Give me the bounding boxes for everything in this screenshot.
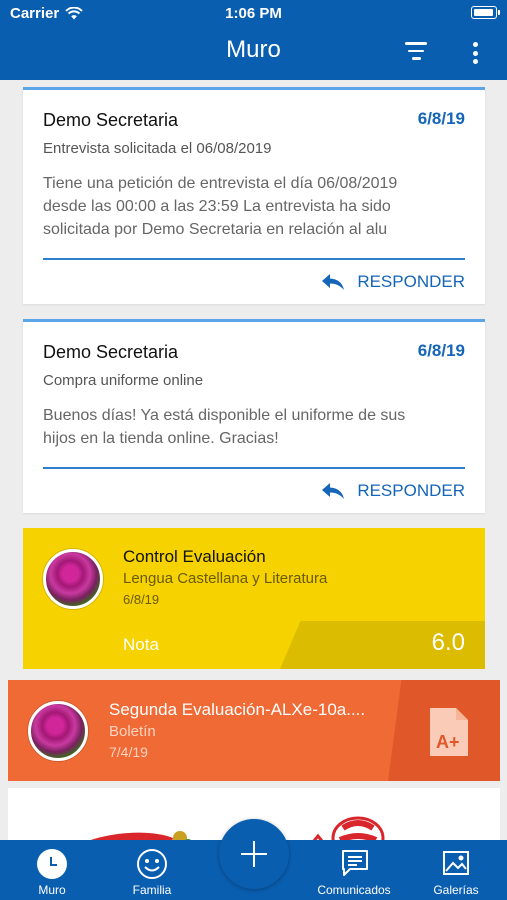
nav-label: Familia <box>132 883 172 897</box>
message-body-line: solicitada por Demo Secretaria en relaci… <box>43 221 388 238</box>
gallery-icon <box>443 851 469 875</box>
reply-icon <box>322 274 345 290</box>
nota-label: Nota <box>123 635 159 654</box>
message-body: Buenos días! Ya está disponible el unifo… <box>43 404 465 450</box>
top-bar: Carrier 1:06 PM Muro <box>0 0 507 80</box>
nota-value: 6.0 <box>431 629 465 656</box>
nav-item-muro[interactable]: Muro <box>22 840 82 900</box>
divider <box>43 258 465 260</box>
grade-title: Control Evaluación <box>123 547 266 566</box>
nav-item-comunicados[interactable]: Comunicados <box>314 840 394 900</box>
status-bar: Carrier 1:06 PM <box>0 0 507 26</box>
filter-icon <box>405 42 427 45</box>
message-subject: Entrevista solicitada el 06/08/2019 <box>43 140 272 157</box>
battery-icon <box>471 6 500 19</box>
reply-button[interactable]: RESPONDER <box>321 272 465 292</box>
message-body-line: Buenos días! Ya está disponible el unifo… <box>43 407 406 424</box>
divider <box>43 467 465 469</box>
more-options-button[interactable] <box>466 40 484 66</box>
nav-label: Muro <box>38 883 66 897</box>
report-title: Segunda Evaluación-ALXe-10a.... <box>109 700 366 719</box>
report-date: 7/4/19 <box>109 744 148 760</box>
page-title: Muro <box>226 36 281 63</box>
add-button[interactable] <box>219 819 289 889</box>
smiley-icon <box>137 849 167 879</box>
message-body: Tiene una petición de entrevista el día … <box>43 172 465 241</box>
reply-label: RESPONDER <box>357 481 465 500</box>
reply-button[interactable]: RESPONDER <box>321 481 465 501</box>
message-sender: Demo Secretaria <box>43 110 179 130</box>
nav-item-galerias[interactable]: Galerías <box>426 840 486 900</box>
document-a-plus-icon: A+ <box>430 708 468 756</box>
grade-band: Nota 6.0 <box>23 621 485 669</box>
message-subject: Compra uniforme online <box>43 372 204 389</box>
reply-label: RESPONDER <box>357 272 465 291</box>
message-body-line: Tiene una petición de entrevista el día … <box>43 175 398 192</box>
grade-subject: Lengua Castellana y Literatura <box>123 570 328 587</box>
nav-item-familia[interactable]: Familia <box>122 840 182 900</box>
message-date: 6/8/19 <box>417 109 465 128</box>
message-body-line: desde las 00:00 a las 23:59 La entrevist… <box>43 198 391 215</box>
report-type: Boletín <box>109 723 156 740</box>
grade-card[interactable]: Control Evaluación Lengua Castellana y L… <box>23 528 485 669</box>
filter-button[interactable] <box>403 42 429 64</box>
clock-icon <box>37 849 67 879</box>
nav-label: Galerías <box>433 883 479 897</box>
message-card[interactable]: Demo Secretaria 6/8/19 Compra uniforme o… <box>23 319 485 513</box>
message-card[interactable]: Demo Secretaria 6/8/19 Entrevista solici… <box>23 87 485 304</box>
message-sender: Demo Secretaria <box>43 342 179 362</box>
avatar <box>43 549 103 609</box>
grade-date: 6/8/19 <box>123 592 160 607</box>
nav-label: Comunicados <box>317 883 391 897</box>
report-card[interactable]: Segunda Evaluación-ALXe-10a.... Boletín … <box>8 680 500 781</box>
feed[interactable]: Demo Secretaria 6/8/19 Entrevista solici… <box>0 80 507 840</box>
chat-icon <box>342 850 368 876</box>
more-vertical-icon <box>472 42 478 47</box>
reply-icon <box>322 483 345 499</box>
status-time: 1:06 PM <box>225 5 282 22</box>
avatar <box>28 701 88 761</box>
message-date: 6/8/19 <box>417 341 465 360</box>
message-body-line: hijos en la tienda online. Gracias! <box>43 430 279 447</box>
svg-text:A+: A+ <box>436 732 460 752</box>
